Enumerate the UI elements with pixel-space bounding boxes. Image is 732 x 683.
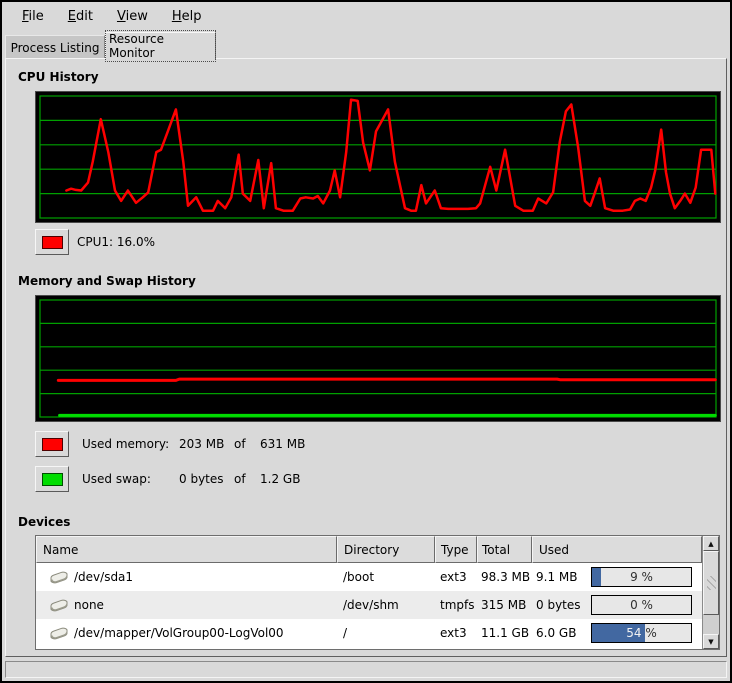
swap-color-icon <box>42 473 63 486</box>
tab-process-listing-label: Process Listing <box>11 41 100 55</box>
device-name-cell: /dev/sda1 <box>36 570 337 585</box>
scrollbar-grip-icon <box>707 576 716 590</box>
status-bar <box>5 661 727 678</box>
disk-icon <box>49 626 69 641</box>
swap-used-value: 0 bytes <box>179 472 224 486</box>
scroll-down-icon[interactable]: ▼ <box>703 634 719 649</box>
device-type: tmpfs <box>435 598 477 612</box>
column-header-total[interactable]: Total <box>477 536 532 563</box>
tab-resource-monitor-label: Resource Monitor <box>106 31 215 61</box>
scrollbar-trough[interactable] <box>703 615 719 634</box>
device-total: 11.1 GB <box>477 626 532 640</box>
usage-percent-label: 9 % <box>592 568 691 586</box>
device-used: 0 bytes <box>532 598 589 612</box>
menu-help[interactable]: Help <box>162 6 212 27</box>
memory-of-label: of <box>234 437 246 451</box>
devices-table-header: Name Directory Type Total Used <box>36 536 702 563</box>
device-row[interactable]: none/dev/shmtmpfs315 MB0 bytes0 %0 % <box>36 591 702 619</box>
cpu-color-icon <box>42 236 63 249</box>
disk-icon <box>49 598 69 613</box>
device-name: none <box>74 598 104 612</box>
device-directory: / <box>337 626 435 640</box>
device-directory: /dev/shm <box>337 598 435 612</box>
devices-table-body: /dev/sda1/bootext398.3 MB9.1 MB9 %9 % no… <box>36 563 702 647</box>
vertical-scrollbar[interactable]: ▲ ▼ <box>702 536 719 649</box>
device-name: /dev/mapper/VolGroup00-LogVol00 <box>74 626 284 640</box>
devices-title: Devices <box>18 515 70 529</box>
column-header-used[interactable]: Used <box>532 536 702 563</box>
usage-progress-bar: 9 %9 % <box>591 567 692 587</box>
memory-used-value: 203 MB <box>179 437 224 451</box>
memory-swap-plot <box>36 296 720 421</box>
usage-progress-fill: 54 % <box>592 624 645 642</box>
device-usage-cell: 9 %9 % <box>589 567 702 587</box>
system-monitor-window: File Edit View Help Process Listing Reso… <box>0 0 732 683</box>
tab-process-listing[interactable]: Process Listing <box>5 35 105 59</box>
memory-color-swatch-button[interactable] <box>35 431 69 457</box>
swap-of-label: of <box>234 472 246 486</box>
cpu-legend-label: CPU1: 16.0% <box>77 235 155 249</box>
device-used: 9.1 MB <box>532 570 589 584</box>
menu-view[interactable]: View <box>107 6 158 27</box>
device-row[interactable]: /dev/sda1/bootext398.3 MB9.1 MB9 %9 % <box>36 563 702 591</box>
column-header-name[interactable]: Name <box>36 536 337 563</box>
menu-edit[interactable]: Edit <box>58 6 103 27</box>
resource-monitor-page: CPU History CPU1: 16.0% Memory and Swap … <box>5 58 727 657</box>
device-directory: /boot <box>337 570 435 584</box>
device-name-cell: none <box>36 598 337 613</box>
memory-swap-graph <box>35 295 721 422</box>
device-used: 6.0 GB <box>532 626 589 640</box>
column-header-directory[interactable]: Directory <box>337 536 435 563</box>
column-header-type[interactable]: Type <box>435 536 477 563</box>
device-row[interactable]: /dev/mapper/VolGroup00-LogVol00 /ext311.1… <box>36 619 702 647</box>
memory-color-icon <box>42 438 63 451</box>
device-type: ext3 <box>435 570 477 584</box>
device-total: 315 MB <box>477 598 532 612</box>
device-usage-cell: 54 %54 % <box>589 623 702 643</box>
cpu-color-swatch-button[interactable] <box>35 229 69 255</box>
menu-file[interactable]: File <box>12 6 54 27</box>
swap-total-value: 1.2 GB <box>260 472 300 486</box>
memory-total-value: 631 MB <box>260 437 305 451</box>
device-usage-cell: 0 %0 % <box>589 595 702 615</box>
usage-progress-bar: 54 %54 % <box>591 623 692 643</box>
scroll-up-icon[interactable]: ▲ <box>703 536 719 551</box>
cpu-history-title: CPU History <box>18 70 99 84</box>
swap-color-swatch-button[interactable] <box>35 466 69 492</box>
cpu-history-graph <box>35 91 721 223</box>
device-type: ext3 <box>435 626 477 640</box>
swap-legend-label: Used swap: <box>82 472 151 486</box>
usage-progress-bar: 0 %0 % <box>591 595 692 615</box>
memory-legend-label: Used memory: <box>82 437 169 451</box>
tab-bar: Process Listing Resource Monitor <box>3 32 730 59</box>
device-name-cell: /dev/mapper/VolGroup00-LogVol00 <box>36 626 337 641</box>
devices-table: Name Directory Type Total Used /dev/sda1… <box>35 535 720 650</box>
tab-resource-monitor[interactable]: Resource Monitor <box>105 32 216 59</box>
scrollbar-thumb[interactable] <box>703 551 719 615</box>
memory-history-title: Memory and Swap History <box>18 274 196 288</box>
disk-icon <box>49 570 69 585</box>
device-name: /dev/sda1 <box>74 570 133 584</box>
cpu-history-plot <box>36 92 720 222</box>
usage-progress-fill: 9 % <box>592 568 601 586</box>
menu-bar: File Edit View Help <box>2 2 730 31</box>
device-total: 98.3 MB <box>477 570 532 584</box>
usage-percent-label: 0 % <box>592 596 691 614</box>
